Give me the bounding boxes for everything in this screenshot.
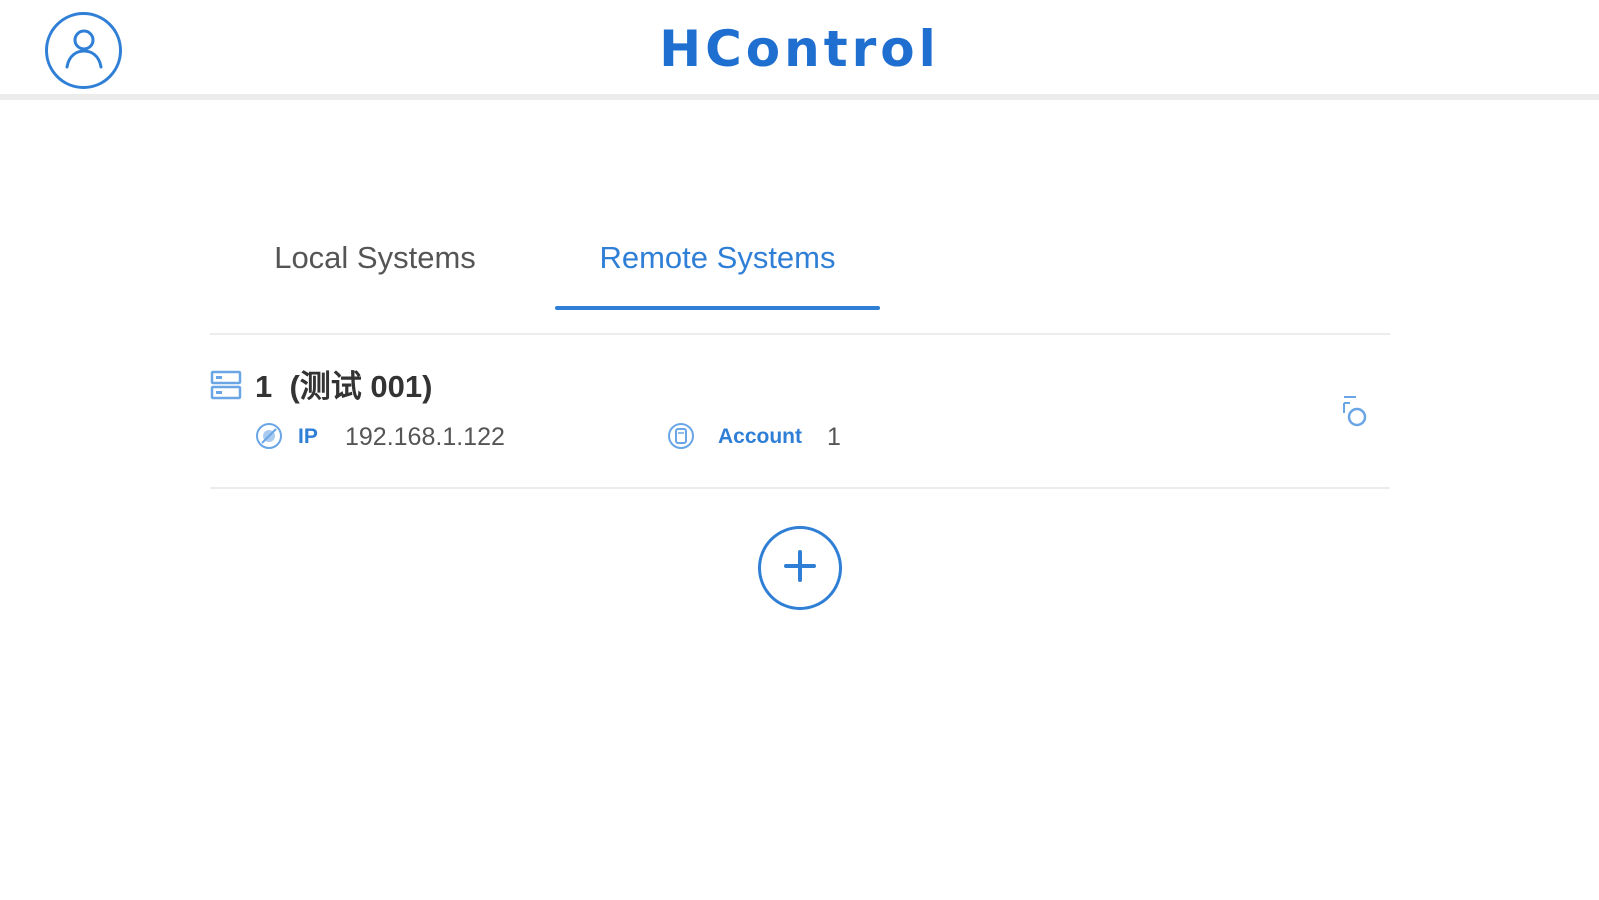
system-name: 1 (测试 001) [255, 369, 433, 404]
ip-label: IP [298, 425, 318, 448]
tab-remote-systems[interactable]: Remote Systems [555, 225, 880, 310]
system-tabs: Local Systems Remote Systems [210, 225, 1390, 335]
plus-icon [780, 546, 820, 591]
server-icon [210, 369, 242, 401]
active-tab-indicator [555, 306, 880, 310]
tab-local-systems[interactable]: Local Systems [250, 225, 500, 310]
account-icon [666, 421, 696, 451]
tab-label: Local Systems [274, 240, 476, 275]
refresh-icon[interactable] [1340, 393, 1372, 429]
account-value: 1 [827, 423, 841, 451]
system-list-item[interactable]: 1 (测试 001) IP 192.168.1.122 Account 1 [210, 337, 1390, 489]
ip-value: 192.168.1.122 [345, 423, 505, 451]
add-system-button[interactable] [758, 526, 842, 610]
app-title: HControl [659, 20, 940, 78]
app-header: HControl [0, 0, 1599, 100]
account-label: Account [718, 425, 802, 448]
tab-label: Remote Systems [599, 240, 836, 275]
globe-icon [254, 421, 284, 451]
